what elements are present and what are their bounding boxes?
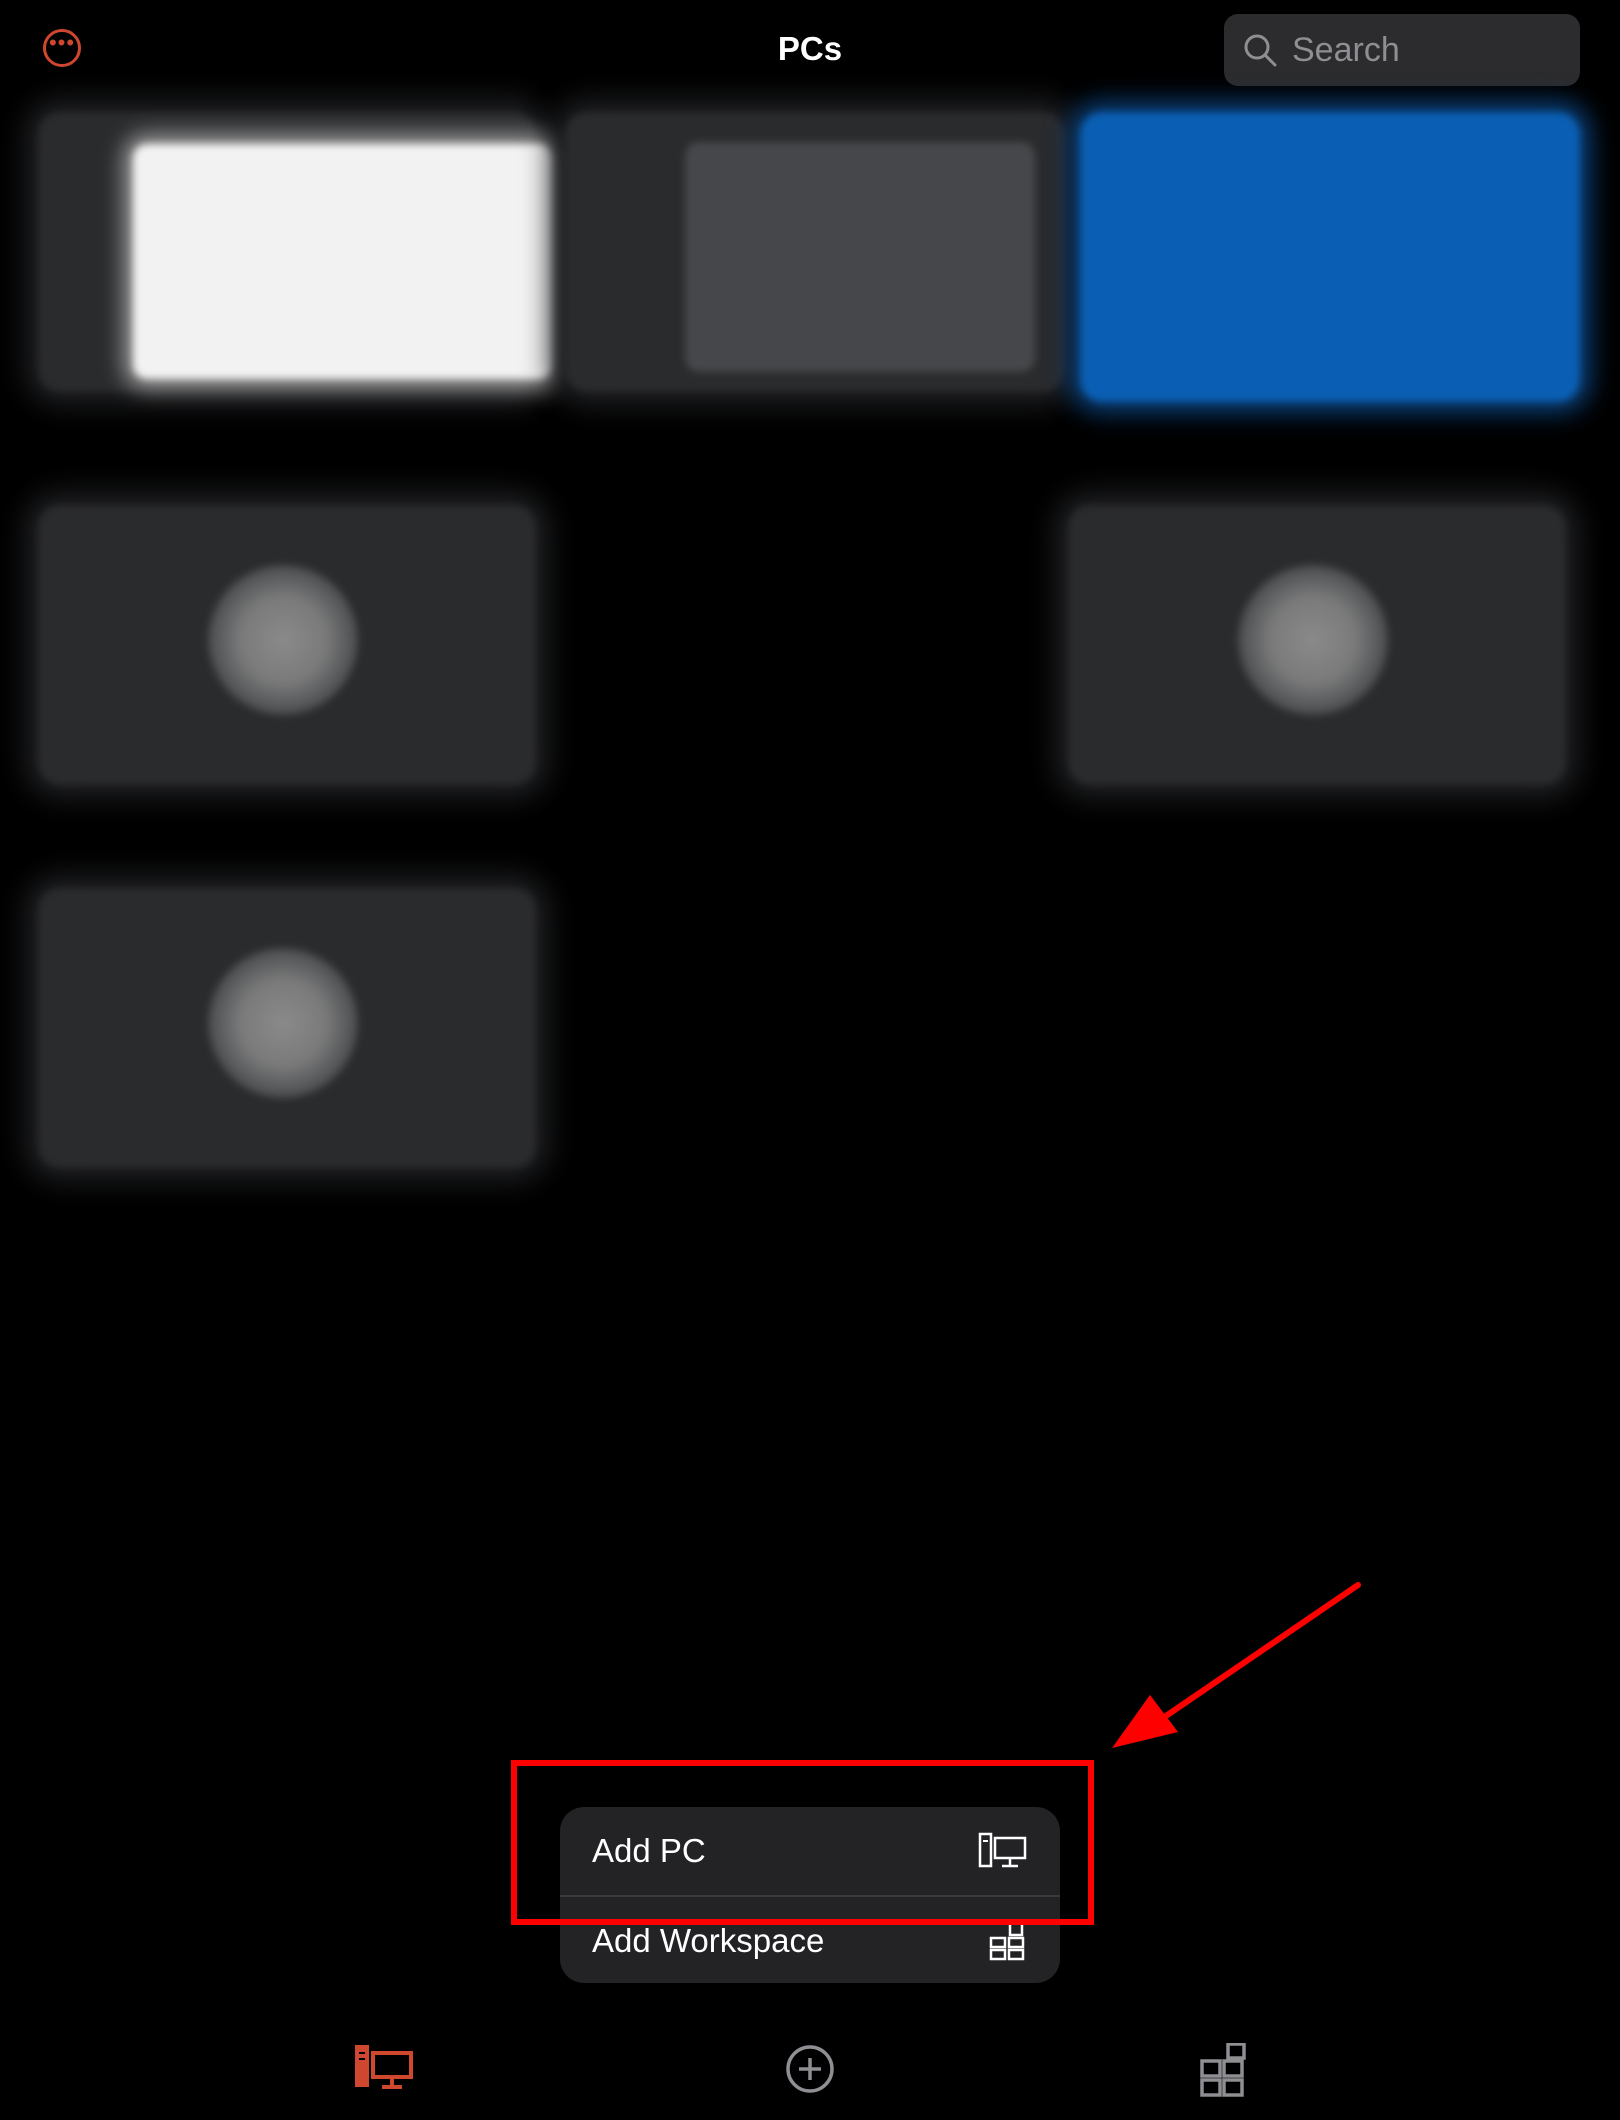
workspaces-tab-icon bbox=[1200, 2043, 1246, 2097]
pc-thumbnail bbox=[685, 142, 1035, 372]
add-circle-icon bbox=[786, 2045, 834, 2093]
tab-workspaces[interactable] bbox=[1188, 2025, 1268, 2120]
tab-add[interactable] bbox=[772, 2025, 852, 2120]
workspace-icon bbox=[989, 1921, 1025, 1961]
pc-tile[interactable] bbox=[1068, 505, 1566, 785]
annotation-highlight-box bbox=[511, 1760, 1094, 1925]
pc-tile[interactable] bbox=[1080, 112, 1580, 402]
pc-avatar-icon bbox=[208, 948, 358, 1098]
pc-thumbnail bbox=[133, 144, 553, 379]
tab-pcs[interactable] bbox=[342, 2025, 422, 2120]
pc-grid bbox=[0, 0, 1620, 1300]
pc-avatar-icon bbox=[1238, 565, 1388, 715]
pc-tile[interactable] bbox=[38, 112, 553, 392]
pc-tile[interactable] bbox=[38, 505, 536, 785]
pcs-tab-icon bbox=[355, 2045, 413, 2089]
pc-tile[interactable] bbox=[38, 888, 536, 1168]
tab-bar bbox=[0, 2025, 1620, 2120]
pc-avatar-icon bbox=[208, 565, 358, 715]
pc-tile[interactable] bbox=[565, 112, 1065, 392]
add-workspace-label: Add Workspace bbox=[592, 1922, 825, 1959]
